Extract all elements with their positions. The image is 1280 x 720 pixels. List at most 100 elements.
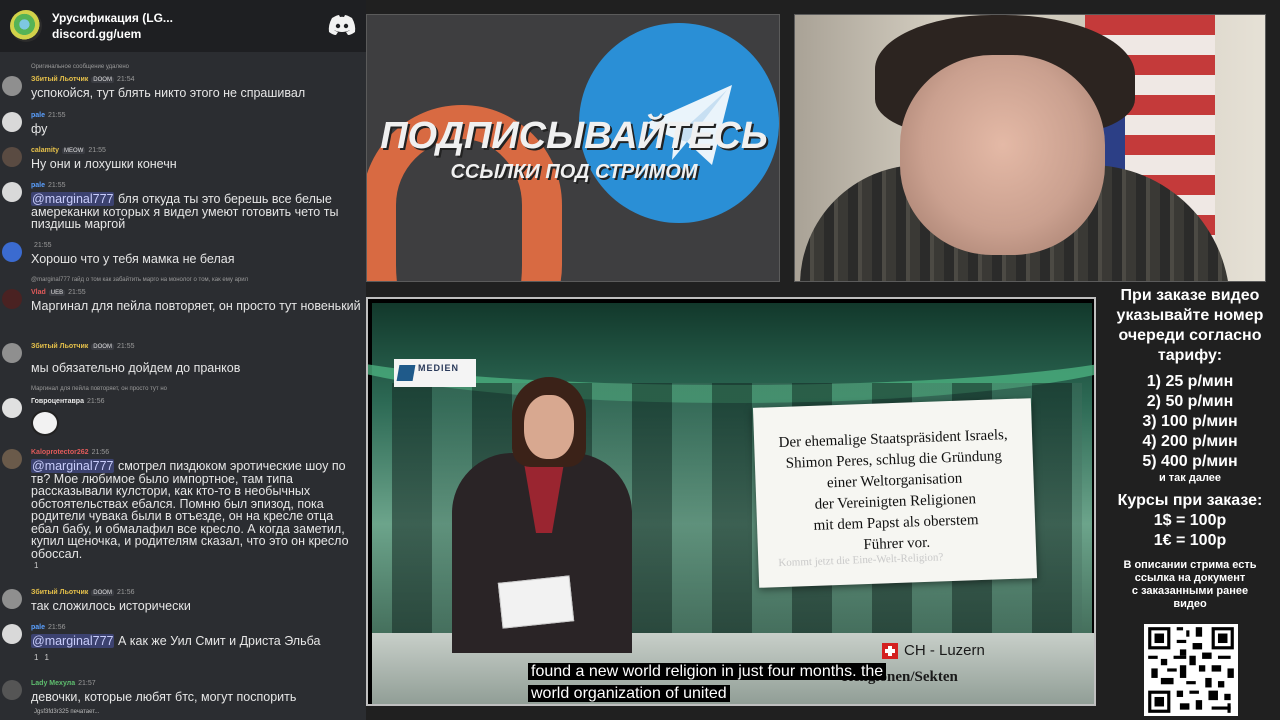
username[interactable]: pale <box>31 624 45 631</box>
info-intro-line: тарифу: <box>1157 347 1223 364</box>
reaction-bar[interactable]: 11 <box>34 653 49 662</box>
timestamp: 21:55 <box>68 289 86 296</box>
user-mention[interactable]: @marginal777 <box>31 634 115 648</box>
timestamp: 21:55 <box>34 242 52 249</box>
role-badge: MEOW <box>62 147 86 154</box>
role-badge: UEB <box>48 289 66 296</box>
avatar[interactable] <box>2 343 22 363</box>
timestamp: 21:54 <box>116 76 135 83</box>
avatar[interactable] <box>2 147 22 167</box>
message-meta: Збитый Льотчик DOOM 21:55 <box>31 343 135 350</box>
message-meta: Збитый Льотчик DOOM 21:56 <box>31 589 135 596</box>
message-meta: Vlad UEB 21:55 <box>31 289 86 296</box>
message-text: @marginal777 бля откуда ты это берешь вс… <box>31 192 361 231</box>
avatar[interactable] <box>2 449 22 469</box>
avatar[interactable] <box>2 182 22 202</box>
message-text-content: смотрел пиздюком эротические шоу по тв? … <box>31 459 349 561</box>
tariff-line: 5) 400 р/мин <box>1142 453 1238 470</box>
reaction-count[interactable]: 1 <box>44 653 48 662</box>
timestamp: 21:55 <box>48 182 66 189</box>
server-avatar <box>10 10 42 42</box>
reply-preview[interactable]: Оригинальное сообщение удалено <box>31 64 129 70</box>
message-text: Маргинал для пейла повторяет, он просто … <box>31 299 361 313</box>
quote-card: Der ehemalige Staatspräsident Israels, S… <box>752 398 1038 588</box>
channel-logo: MEDIEN <box>394 359 476 387</box>
streamer-face <box>900 55 1105 255</box>
message-meta: pale 21:55 <box>31 182 66 189</box>
video-player[interactable]: MEDIEN Der ehemalige Staatspräsident Isr… <box>366 297 1096 706</box>
message-text: @marginal777 смотрел пиздюком эротически… <box>31 459 361 561</box>
swiss-flag-icon <box>882 642 898 659</box>
typing-indicator: Jgsf3fd3r325 печатает... <box>34 709 100 715</box>
description-line: В описании стрима есть <box>1123 559 1257 571</box>
username[interactable]: pale <box>31 182 45 189</box>
channel-logo-text: MEDIEN <box>418 363 460 373</box>
sticker <box>31 410 59 436</box>
message-meta: Kaloprotector262 21:56 <box>31 449 109 456</box>
server-header[interactable]: Урусификация (LG... discord.gg/uem <box>0 0 366 52</box>
message-meta: pale 21:55 <box>31 112 66 119</box>
username[interactable]: Говроцентавра <box>31 398 84 405</box>
rate-line: 1$ = 100р <box>1153 512 1227 529</box>
message-meta: Збитый Льотчик DOOM 21:54 <box>31 76 135 83</box>
avatar[interactable] <box>2 680 22 700</box>
username[interactable]: Lady Meхула <box>31 680 75 687</box>
rate-line: 1€ = 100р <box>1153 532 1227 549</box>
description-line: с заказанными ранее <box>1131 585 1249 597</box>
stream-layout: Урусификация (LG... discord.gg/uem Ориги… <box>0 0 1280 720</box>
tariff-line: 4) 200 р/мин <box>1142 433 1238 450</box>
reply-preview[interactable]: @marginal777 гайд о том как забайтить ма… <box>31 277 248 283</box>
avatar[interactable] <box>2 398 22 418</box>
avatar[interactable] <box>2 589 22 609</box>
message-meta: 21:55 <box>31 242 52 249</box>
username[interactable]: Збитый Льотчик <box>31 343 88 350</box>
discord-icon <box>328 15 356 35</box>
location-label: CH - Luzern <box>882 642 985 659</box>
username[interactable]: Збитый Льотчик <box>31 76 88 83</box>
location-text: CH - Luzern <box>904 642 985 659</box>
role-badge: DOOM <box>91 343 114 350</box>
role-badge: DOOM <box>91 76 114 83</box>
username[interactable]: Kaloprotector262 <box>31 449 89 456</box>
role-badge: DOOM <box>91 589 114 596</box>
qr-code[interactable] <box>1144 624 1238 716</box>
timestamp: 21:56 <box>91 449 110 456</box>
avatar[interactable] <box>2 76 22 96</box>
username[interactable]: pale <box>31 112 45 119</box>
tariff-more: и так далее <box>1158 472 1222 484</box>
avatar[interactable] <box>2 624 22 644</box>
anchor-face <box>524 395 574 459</box>
tariff-line: 3) 100 р/мин <box>1142 413 1238 430</box>
subtitle-caption: found a new world religion in just four … <box>528 661 887 704</box>
reply-preview[interactable]: Маргинал для пейла повторяет, он просто … <box>31 386 167 392</box>
description-line: ссылка на документ <box>1134 572 1246 584</box>
message-meta: Говроцентавра 21:56 <box>31 398 105 405</box>
message-text-content: А как же Уил Смит и Дриста Эльба <box>114 634 321 648</box>
subtitle-line: found a new world religion in just four … <box>528 663 887 680</box>
server-info: Урусификация (LG... discord.gg/uem <box>52 10 173 42</box>
timestamp: 21:55 <box>48 112 66 119</box>
webcam-feed <box>794 14 1266 282</box>
chat-panel: Урусификация (LG... discord.gg/uem Ориги… <box>0 0 366 720</box>
message-text: так сложилось исторически <box>31 599 191 613</box>
username[interactable]: Vlad <box>31 289 46 296</box>
message-text: фу <box>31 122 48 136</box>
message-meta: calamity MEOW 21:55 <box>31 147 106 154</box>
avatar[interactable] <box>2 242 22 262</box>
info-intro-line: При заказе видео <box>1120 287 1260 304</box>
banner-subtitle: ССЫЛКИ ПОД СТРИМОМ <box>450 161 698 183</box>
channel-logo-mark <box>396 365 416 381</box>
reaction-count[interactable]: 1 <box>34 561 38 570</box>
avatar[interactable] <box>2 289 22 309</box>
server-name: Урусификация (LG... <box>52 11 173 25</box>
tariff-line: 1) 25 р/мин <box>1146 373 1234 390</box>
username[interactable]: Збитый Льотчик <box>31 589 88 596</box>
reaction-bar[interactable]: 1 <box>34 561 38 570</box>
message-text: мы обязательно дойдем до пранков <box>31 361 241 375</box>
reaction-count[interactable]: 1 <box>34 653 38 662</box>
avatar[interactable] <box>2 112 22 132</box>
timestamp: 21:57 <box>78 680 96 687</box>
server-invite-link[interactable]: discord.gg/uem <box>52 26 173 42</box>
username[interactable]: calamity <box>31 147 59 154</box>
message-meta: Lady Meхула 21:57 <box>31 680 96 687</box>
